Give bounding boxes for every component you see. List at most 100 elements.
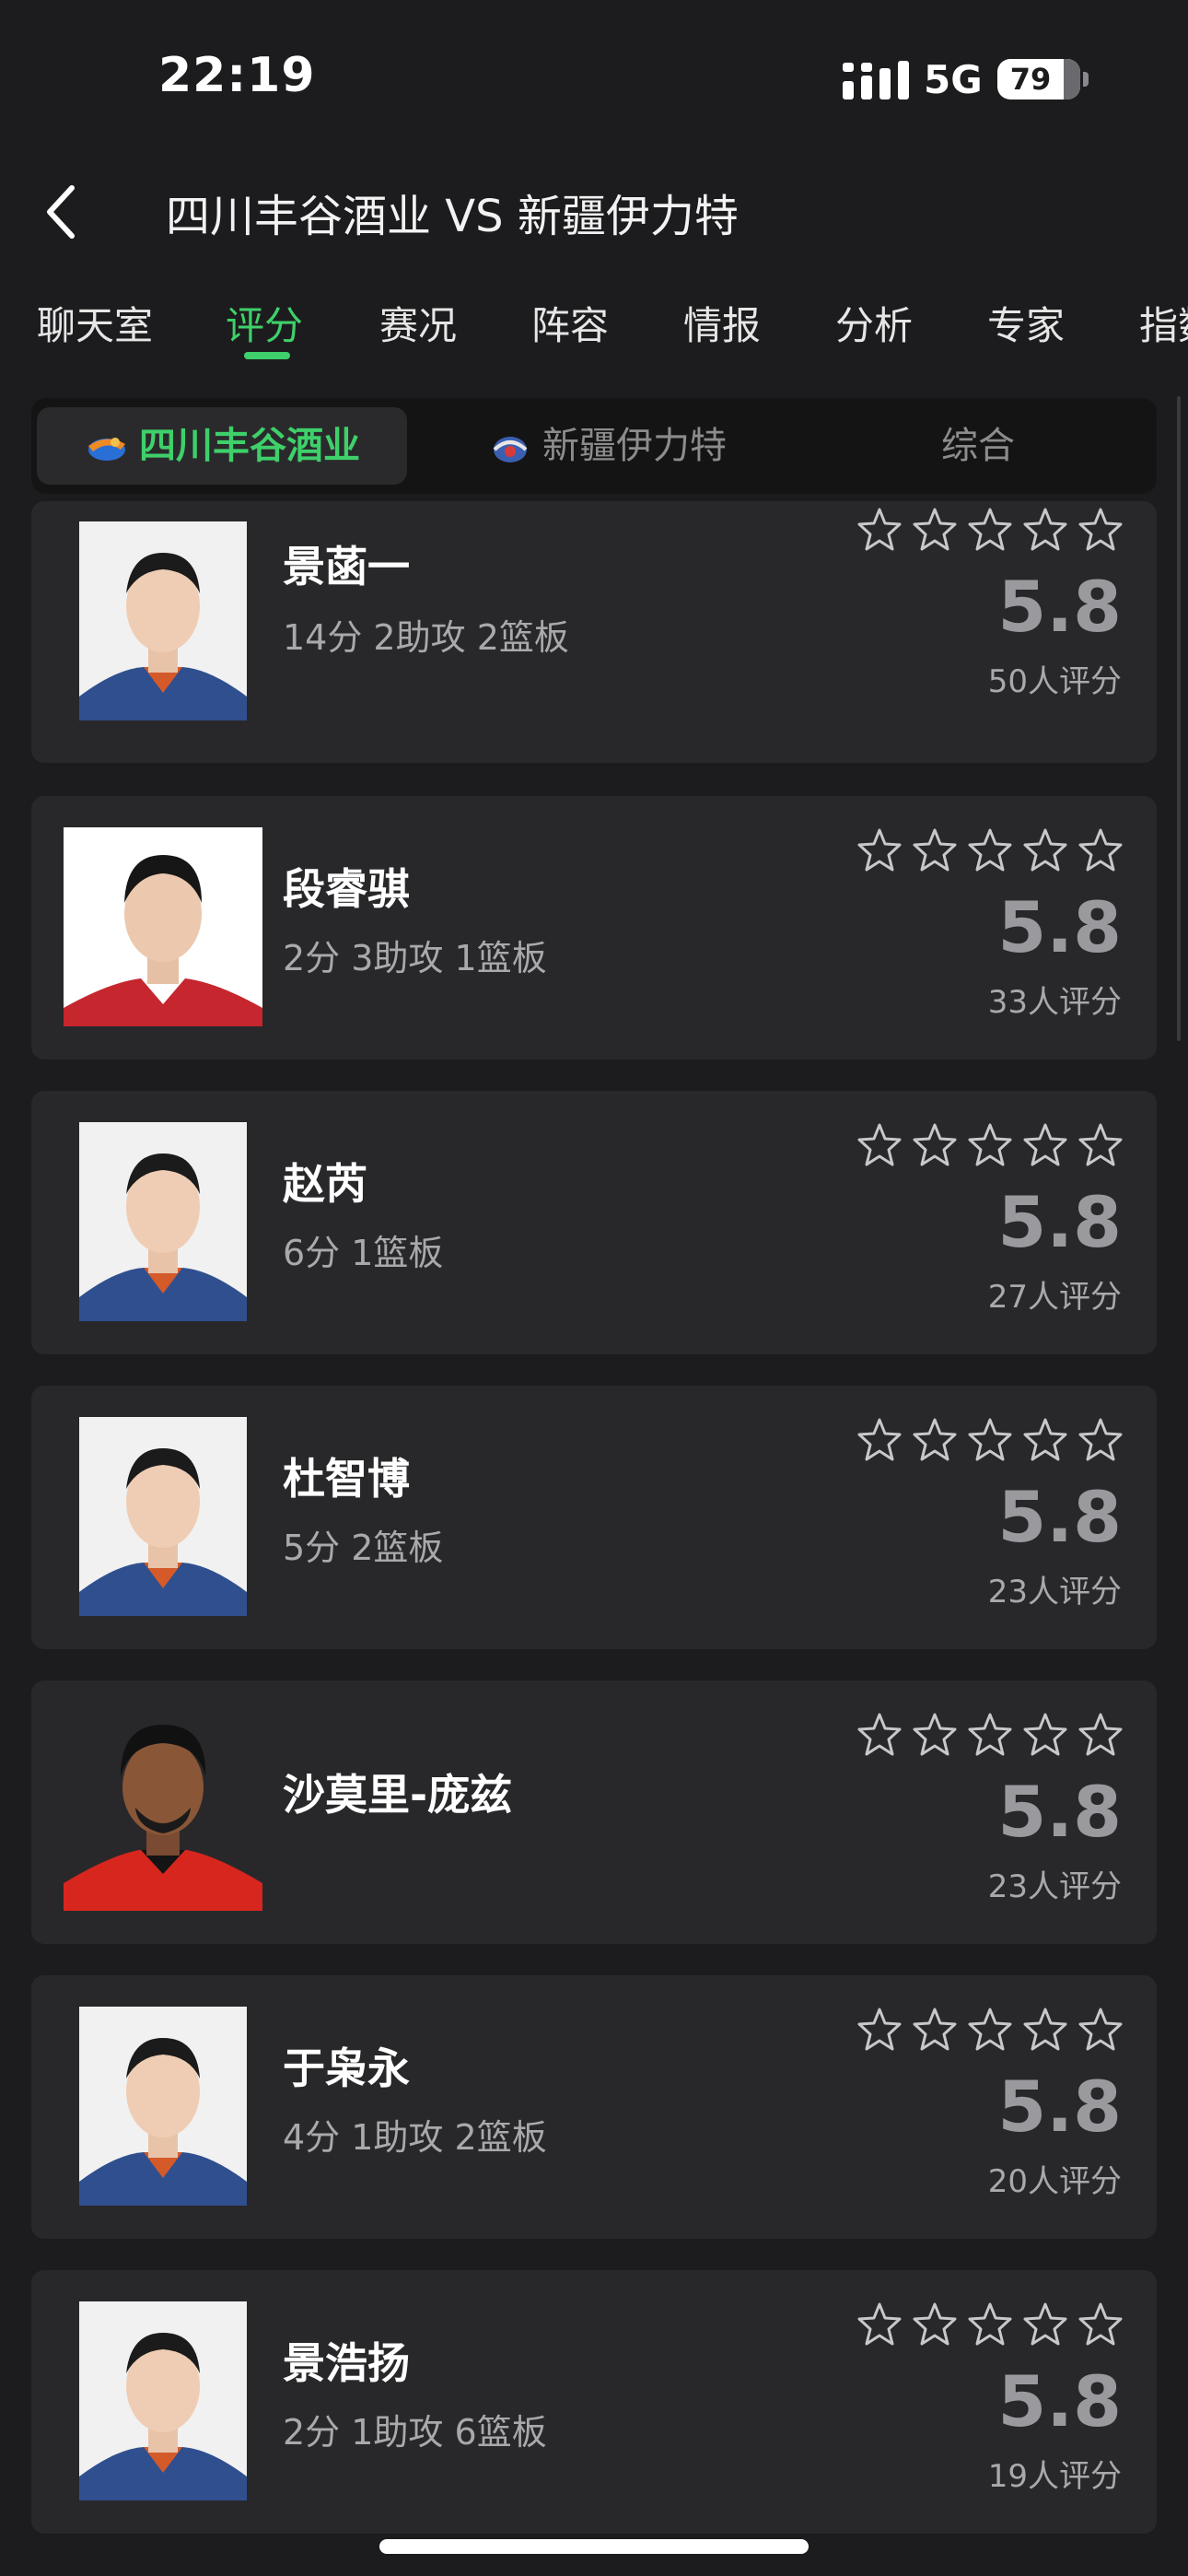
battery-icon: 79 (997, 59, 1080, 100)
xinjiang-team-logo-icon (493, 437, 528, 463)
player-score: 5.8 (997, 2360, 1122, 2442)
tab-intel[interactable]: 情报 (683, 295, 761, 351)
rating-stars[interactable] (856, 827, 1124, 873)
rater-count: 23人评分 (987, 1868, 1122, 1905)
player-card[interactable]: 景浩扬 2分 1助攻 6篮板 5.8 19人评分 (31, 2270, 1157, 2534)
player-name: 景浩扬 (283, 2338, 410, 2388)
star-outline-icon[interactable] (1077, 827, 1124, 873)
player-photo (79, 521, 247, 720)
star-outline-icon[interactable] (967, 1417, 1013, 1463)
player-stats: 4分 1助攻 2篮板 (283, 2117, 547, 2158)
star-outline-icon[interactable] (856, 1712, 903, 1758)
rating-stars[interactable] (856, 1712, 1124, 1758)
star-outline-icon[interactable] (1022, 1122, 1068, 1168)
segment-away-label: 新疆伊力特 (542, 425, 727, 467)
star-outline-icon[interactable] (967, 2007, 1013, 2053)
star-outline-icon[interactable] (1022, 1712, 1068, 1758)
player-photo (79, 2007, 247, 2206)
star-outline-icon[interactable] (856, 2301, 903, 2348)
player-card[interactable]: 于枭永 4分 1助攻 2篮板 5.8 20人评分 (31, 1975, 1157, 2239)
tab-experts[interactable]: 专家 (987, 295, 1065, 351)
back-button[interactable] (37, 175, 92, 249)
star-outline-icon[interactable] (1077, 2007, 1124, 2053)
tab-live[interactable]: 赛况 (379, 295, 457, 351)
tab-chatroom[interactable]: 聊天室 (37, 295, 153, 351)
page-title: 四川丰谷酒业 VS 新疆伊力特 (166, 191, 739, 242)
home-indicator[interactable] (379, 2539, 809, 2554)
player-stats: 14分 2助攻 2篮板 (283, 617, 569, 658)
network-type: 5G (924, 57, 983, 102)
signal-icon (843, 61, 909, 100)
rating-stars[interactable] (856, 2007, 1124, 2053)
star-outline-icon[interactable] (1077, 507, 1124, 553)
rating-stars[interactable] (856, 507, 1124, 553)
rater-count: 27人评分 (987, 1279, 1122, 1316)
segment-away-team[interactable]: 新疆伊力特 (427, 407, 786, 485)
player-score: 5.8 (997, 2066, 1122, 2148)
player-card[interactable]: 景菡一 14分 2助攻 2篮板 5.8 50人评分 (31, 501, 1157, 763)
player-name: 沙莫里-庞兹 (283, 1770, 513, 1820)
segment-overall[interactable]: 综合 (805, 407, 1151, 485)
star-outline-icon[interactable] (912, 1122, 958, 1168)
tab-active-indicator (244, 352, 290, 359)
tab-lineup[interactable]: 阵容 (531, 295, 609, 351)
star-outline-icon[interactable] (912, 2301, 958, 2348)
tab-odds[interactable]: 指数 (1139, 295, 1188, 351)
star-outline-icon[interactable] (967, 1712, 1013, 1758)
player-name: 于枭永 (283, 2043, 410, 2093)
star-outline-icon[interactable] (1022, 2007, 1068, 2053)
chevron-left-icon (47, 185, 75, 239)
tab-bar: 聊天室 评分 赛况 阵容 情报 分析 专家 指数 (0, 286, 1188, 378)
star-outline-icon[interactable] (912, 2007, 958, 2053)
player-photo (64, 1712, 262, 1911)
rater-count: 33人评分 (987, 984, 1122, 1021)
star-outline-icon[interactable] (856, 1122, 903, 1168)
sichuan-team-logo-icon (88, 438, 125, 461)
star-outline-icon[interactable] (856, 827, 903, 873)
rater-count: 23人评分 (987, 1574, 1122, 1610)
star-outline-icon[interactable] (1077, 1122, 1124, 1168)
star-outline-icon[interactable] (856, 507, 903, 553)
star-outline-icon[interactable] (1022, 827, 1068, 873)
team-segment: 四川丰谷酒业 新疆伊力特 综合 (31, 398, 1157, 494)
star-outline-icon[interactable] (856, 1417, 903, 1463)
star-outline-icon[interactable] (912, 1712, 958, 1758)
player-score: 5.8 (997, 1476, 1122, 1558)
rater-count: 20人评分 (987, 2163, 1122, 2200)
tab-analysis[interactable]: 分析 (835, 295, 913, 351)
segment-home-team[interactable]: 四川丰谷酒业 (37, 407, 407, 485)
star-outline-icon[interactable] (1077, 1417, 1124, 1463)
player-score: 5.8 (997, 1181, 1122, 1263)
rating-stars[interactable] (856, 1417, 1124, 1463)
star-outline-icon[interactable] (1022, 507, 1068, 553)
star-outline-icon[interactable] (1022, 2301, 1068, 2348)
star-outline-icon[interactable] (967, 827, 1013, 873)
player-card[interactable]: 段睿骐 2分 3助攻 1篮板 5.8 33人评分 (31, 796, 1157, 1060)
player-score: 5.8 (997, 1771, 1122, 1853)
star-outline-icon[interactable] (1022, 1417, 1068, 1463)
rating-stars[interactable] (856, 1122, 1124, 1168)
star-outline-icon[interactable] (912, 507, 958, 553)
star-outline-icon[interactable] (912, 1417, 958, 1463)
player-stats: 6分 1篮板 (283, 1233, 444, 1273)
star-outline-icon[interactable] (856, 2007, 903, 2053)
star-outline-icon[interactable] (967, 507, 1013, 553)
rating-stars[interactable] (856, 2301, 1124, 2348)
player-name: 杜智博 (283, 1454, 410, 1504)
star-outline-icon[interactable] (912, 827, 958, 873)
tab-rating[interactable]: 评分 (226, 295, 303, 351)
segment-overall-label: 综合 (941, 425, 1015, 467)
player-card[interactable]: 杜智博 5分 2篮板 5.8 23人评分 (31, 1386, 1157, 1649)
star-outline-icon[interactable] (967, 1122, 1013, 1168)
scrollbar[interactable] (1177, 396, 1181, 1041)
player-card[interactable]: 赵芮 6分 1篮板 5.8 27人评分 (31, 1091, 1157, 1354)
player-card[interactable]: 沙莫里-庞兹 5.8 23人评分 (31, 1680, 1157, 1944)
star-outline-icon[interactable] (1077, 1712, 1124, 1758)
status-time: 22:19 (158, 48, 316, 103)
player-photo (64, 827, 262, 1026)
star-outline-icon[interactable] (967, 2301, 1013, 2348)
player-stats: 2分 1助攻 6篮板 (283, 2412, 547, 2453)
player-stats: 5分 2篮板 (283, 1528, 444, 1568)
player-score: 5.8 (997, 886, 1122, 968)
star-outline-icon[interactable] (1077, 2301, 1124, 2348)
